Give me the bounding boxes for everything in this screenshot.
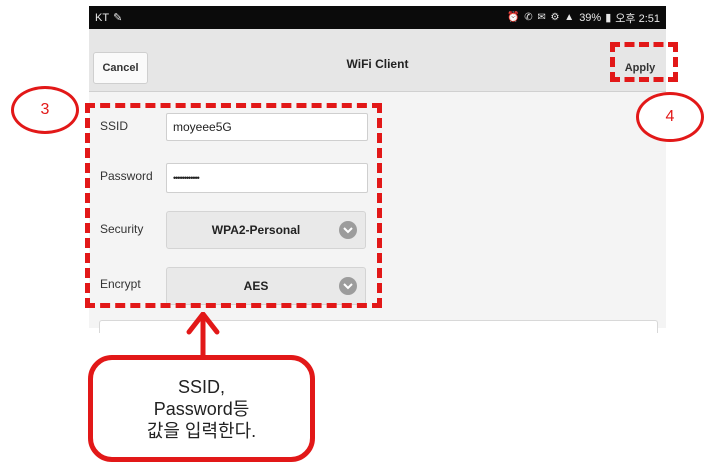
callout-line-3: 값을 입력한다. (146, 420, 257, 441)
step-3-marker: 3 (11, 86, 79, 134)
phone-screen: KT ✎ ⏰ ✆ ✉ ⚙ ▲ 39% ▮ 오후 2:51 Cancel WiFi… (89, 6, 666, 333)
security-value: WPA2-Personal (211, 223, 301, 237)
clock: 오후 2:51 (615, 12, 660, 25)
battery-percent: 39% (579, 11, 602, 24)
signal-pen-icon: ✎ (113, 12, 123, 24)
security-label: Security (100, 222, 144, 236)
toolbar: Cancel WiFi Client Apply (89, 29, 666, 92)
page-title: WiFi Client (346, 57, 409, 71)
password-label: Password (100, 169, 153, 183)
callout-line-2: Password등 (153, 398, 250, 419)
battery-icon: ▮ (605, 12, 612, 24)
carrier-label: KT (95, 11, 110, 24)
bottom-card (99, 320, 658, 333)
password-input[interactable]: •••••••••••• (166, 163, 368, 193)
status-icons: ⏰ ✆ ✉ ⚙ ▲ (507, 12, 576, 23)
apply-button[interactable]: Apply (609, 52, 671, 84)
encrypt-value: AES (243, 279, 269, 293)
arrow-up-icon (186, 312, 220, 356)
security-select[interactable]: WPA2-Personal (166, 211, 366, 249)
step-4-marker: 4 (636, 92, 704, 142)
status-bar: KT ✎ ⏰ ✆ ✉ ⚙ ▲ 39% ▮ 오후 2:51 (89, 6, 666, 29)
callout-line-1: SSID, (177, 376, 225, 397)
ssid-input[interactable]: moyeee5G (166, 113, 368, 141)
chevron-down-icon (339, 221, 357, 239)
ssid-label: SSID (100, 119, 129, 133)
chevron-down-icon (339, 277, 357, 295)
instruction-callout: SSID, Password등 값을 입력한다. (88, 355, 315, 462)
encrypt-select[interactable]: AES (166, 267, 366, 305)
wifi-form: SSID moyeee5G Password •••••••••••• Secu… (89, 92, 666, 333)
encrypt-label: Encrypt (100, 277, 141, 291)
